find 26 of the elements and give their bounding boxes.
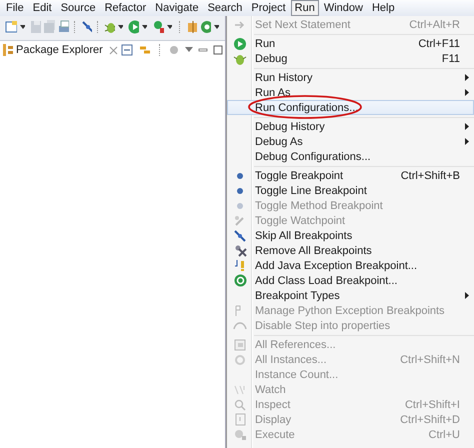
menu-item[interactable]: Skip All Breakpoints <box>227 228 474 243</box>
menu-item[interactable]: Toggle Line Breakpoint <box>227 183 474 198</box>
menu-item[interactable]: Debug As <box>227 134 474 149</box>
menu-item[interactable]: Debug Configurations... <box>227 149 474 164</box>
menu-item[interactable]: Toggle Breakpoint Ctrl+Shift+B <box>227 168 474 183</box>
menu-bar-item[interactable]: Edit <box>28 0 56 16</box>
menu-bar-item[interactable]: Refactor <box>100 0 150 16</box>
view-tab-title: Package Explorer <box>16 44 103 56</box>
menu-bar-item[interactable]: Help <box>368 0 399 16</box>
menu-item[interactable]: Run Configurations... <box>227 100 474 115</box>
menu-bar-item[interactable]: Window <box>320 0 367 16</box>
menu-item[interactable]: Debug History <box>227 119 474 134</box>
menu-item[interactable]: Add Class Load Breakpoint... <box>227 273 474 288</box>
menu-bar-item[interactable]: Search <box>204 0 246 16</box>
menu-bar-item[interactable]: Project <box>247 0 290 16</box>
menu-item[interactable]: Run Ctrl+F11 <box>227 36 474 51</box>
menu-bar-item[interactable]: File <box>2 0 28 16</box>
menu-item[interactable]: Run As <box>227 85 474 100</box>
menu-bar-item[interactable]: Source <box>56 0 100 16</box>
menu-item[interactable]: Add Java Exception Breakpoint... <box>227 258 474 273</box>
menu-bar-item[interactable]: Navigate <box>151 0 203 16</box>
menu-item[interactable]: Run History <box>227 70 474 85</box>
menu-bar-item[interactable]: Run <box>290 0 319 16</box>
menu-item[interactable]: Remove All Breakpoints <box>227 243 474 258</box>
menu-item[interactable]: Debug F11 <box>227 51 474 66</box>
menu-item[interactable]: Breakpoint Types <box>227 288 474 303</box>
